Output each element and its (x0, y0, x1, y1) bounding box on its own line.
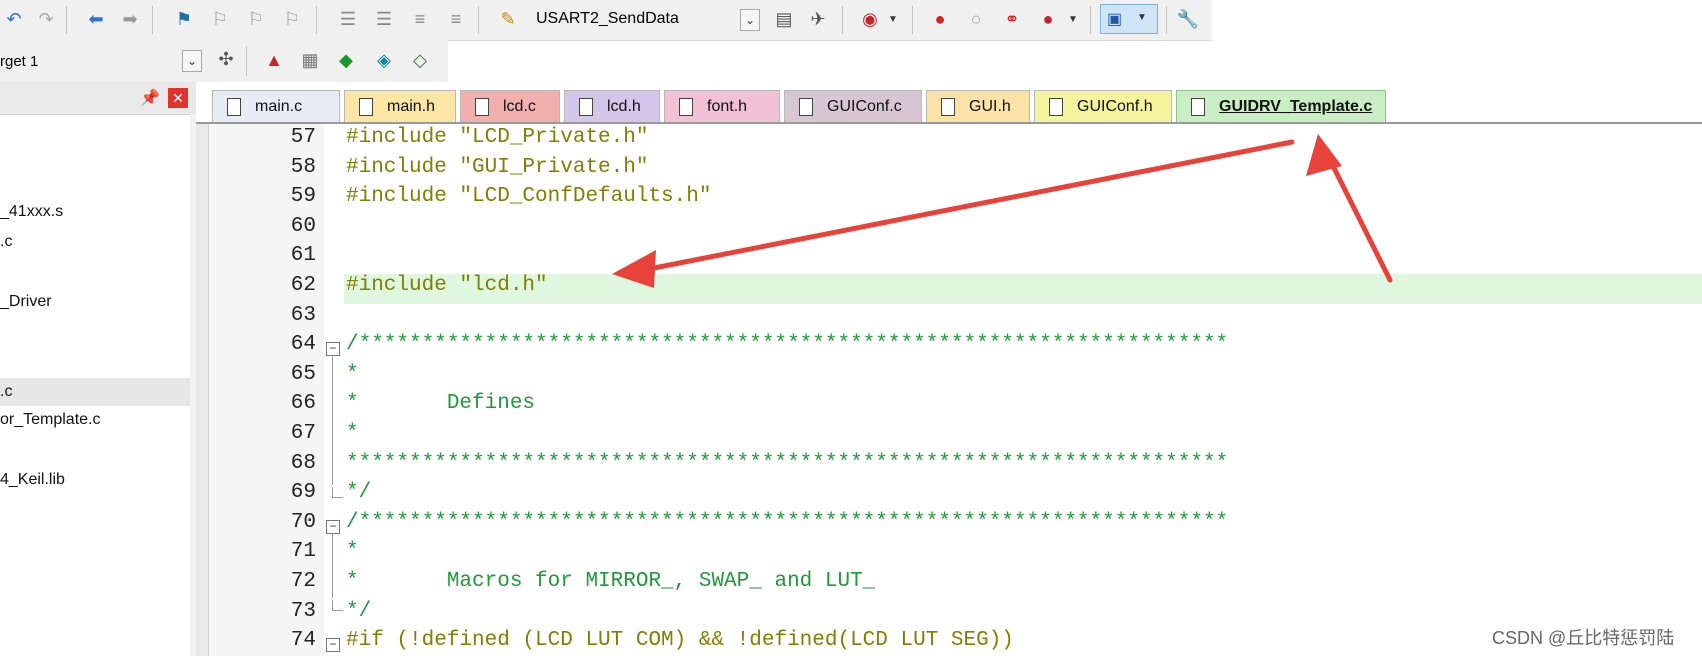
watermark: CSDN @丘比特惩罚陆 (1492, 628, 1675, 648)
annotation-arrow-line (641, 139, 1295, 273)
annotation-arrows (612, 134, 1393, 288)
annotation-arrowhead (612, 250, 656, 288)
annotation-arrow-line (1327, 157, 1393, 283)
